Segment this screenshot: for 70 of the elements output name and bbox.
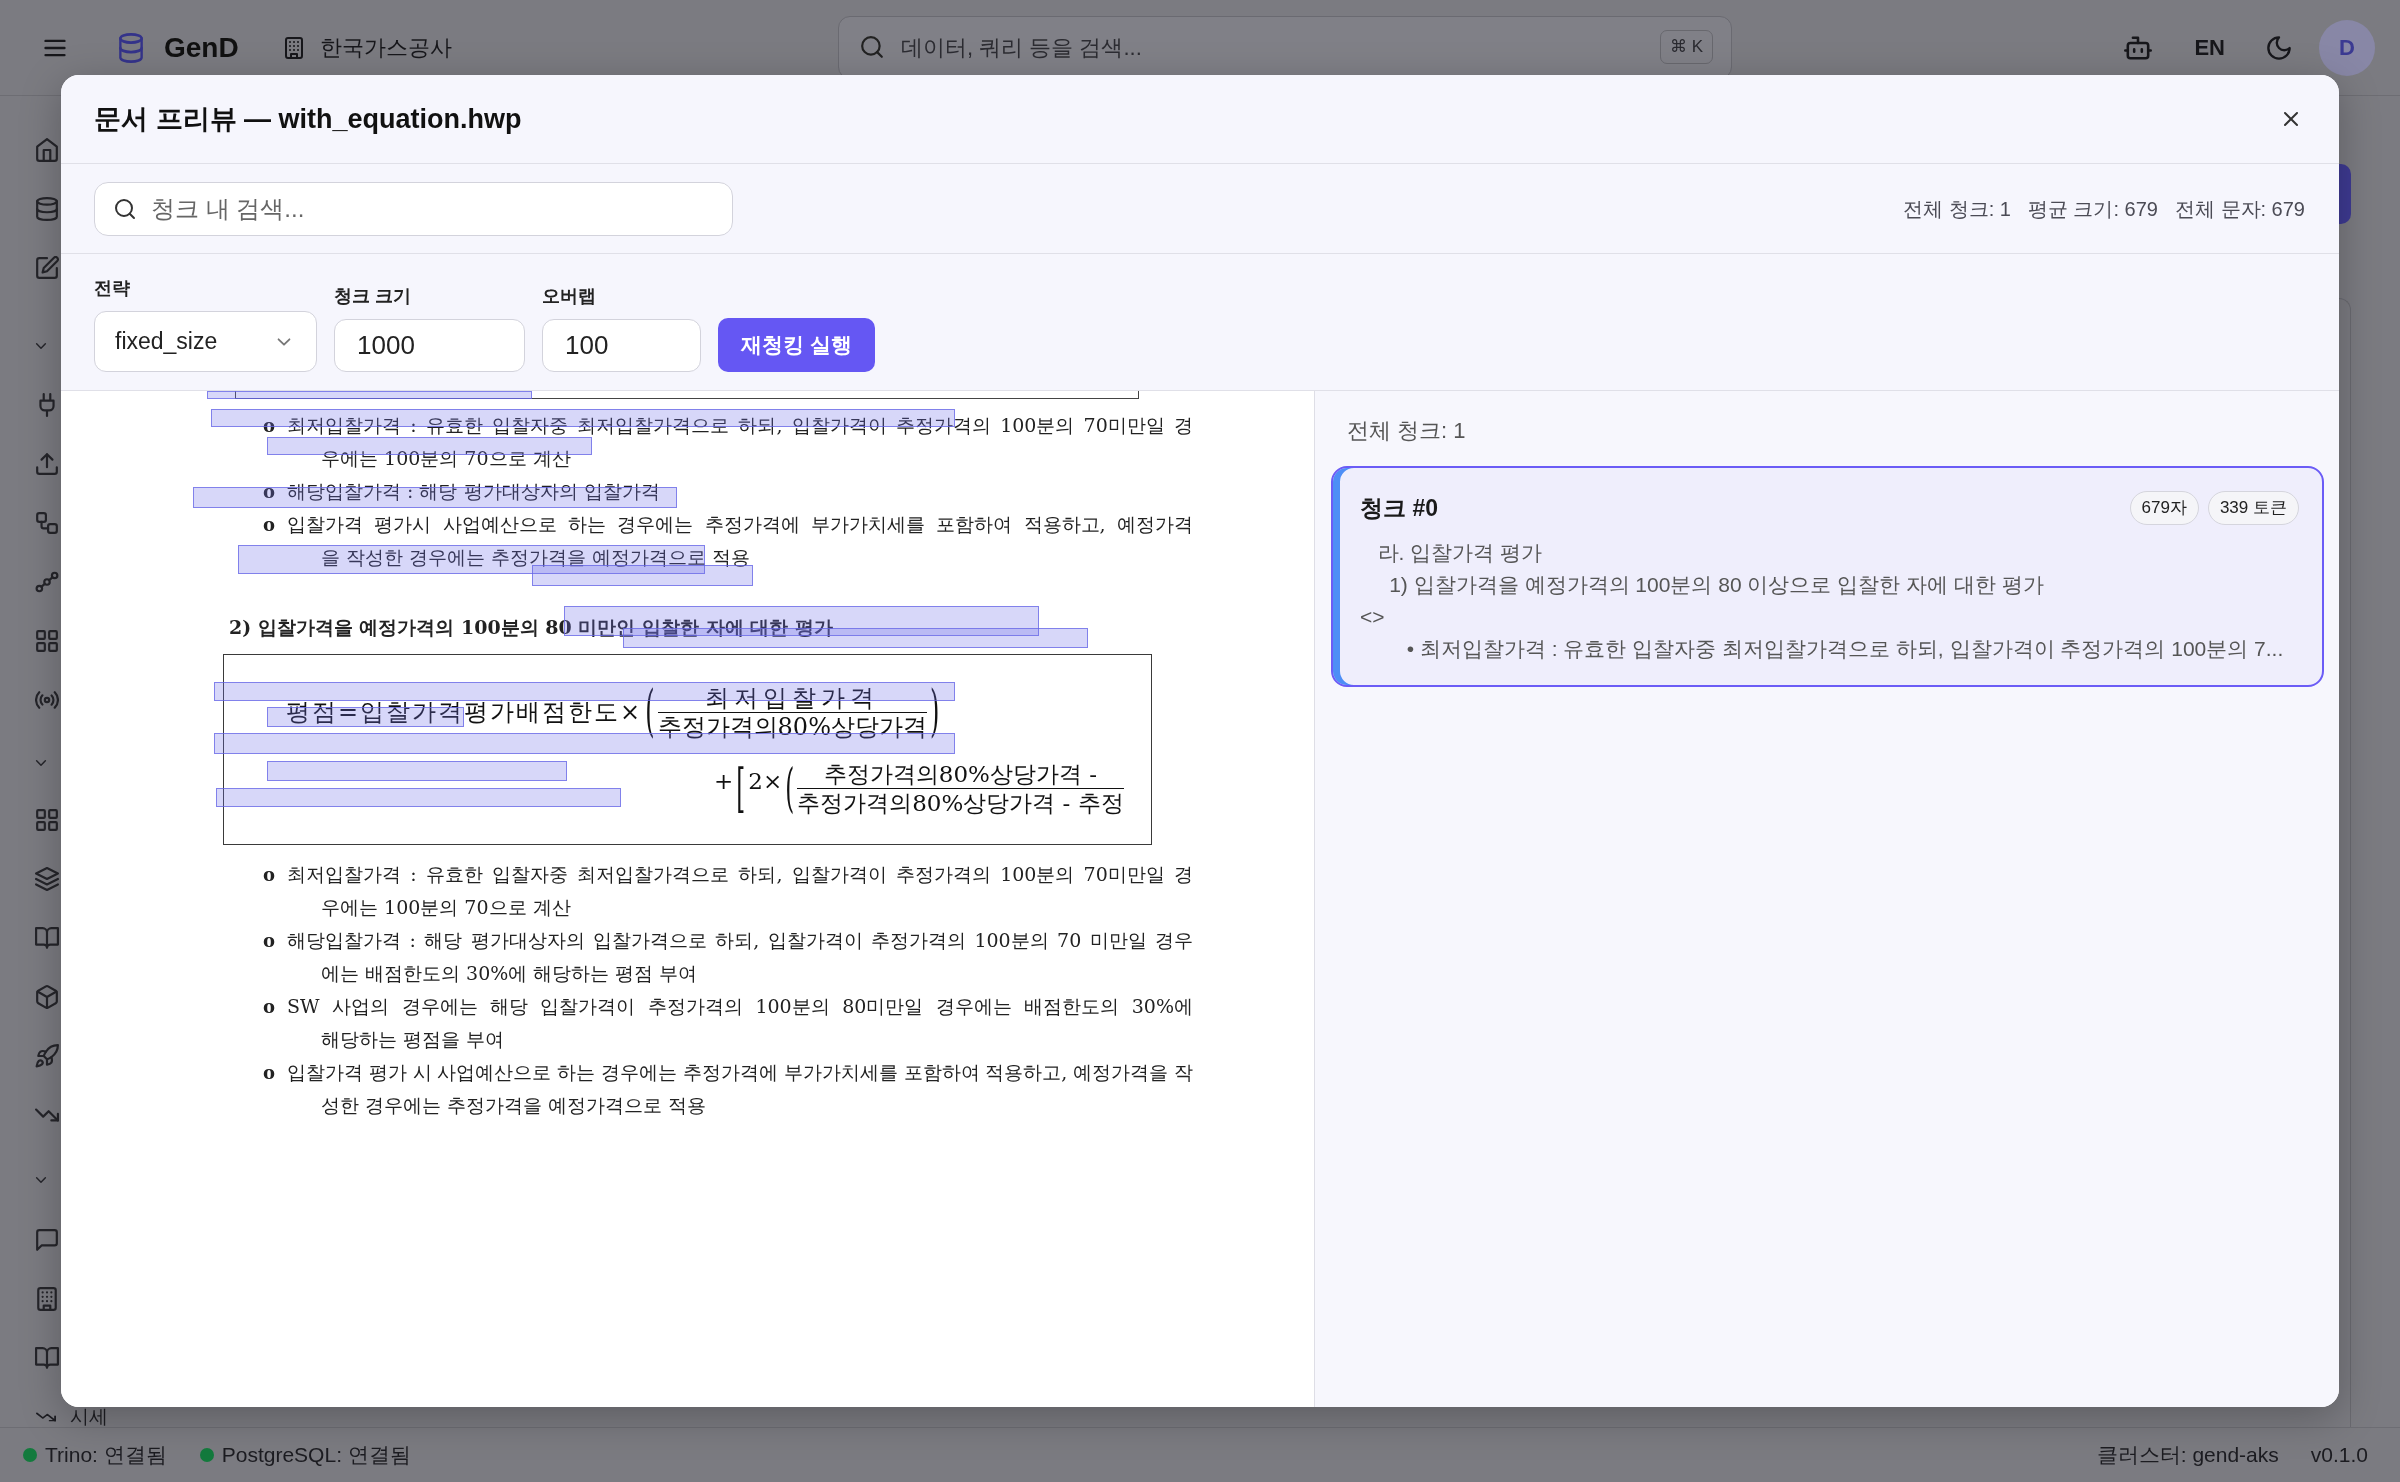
database-icon <box>118 32 144 63</box>
document-text: 입찰가격 평가 시 사업예산으로 하는 경우에는 추정가격에 부가가치세를 포함하여 적용하고, 예정가격을 작 성한 경우에는 추정가격을 예정가격으로 적용 <box>287 1060 1193 1118</box>
document-text: 최저입찰가격 : 유효한 입찰자중 최저입찰가격으로 하되, 입찰가격이 추정가격의 100분의 70미만일 경 우에는 100분의 70으로 계산 <box>287 862 1193 920</box>
book-icon[interactable] <box>35 1345 59 1370</box>
chunk-count: 전체 청크: 1 <box>1347 417 1466 445</box>
chunk-size-input[interactable]: 1000 <box>334 319 525 372</box>
language-button[interactable]: EN <box>2194 31 2225 64</box>
stat-text: 전체 문자: 679 <box>2174 196 2305 222</box>
upload-icon[interactable] <box>35 451 59 476</box>
overlap-input[interactable]: 100 <box>542 319 701 372</box>
chunk-preview-text: 라. 입찰가격 평가 1) 입찰가격을 예정가격의 100분의 80 이상으로 입찰한 자에 대한 평가 <> • 최저입찰가격 : 유효한 입찰자중 최저입찰가격으로 하되, 입찰가격이 추정가격의 100분의 7... <box>1360 540 2284 662</box>
chat-bubble-icon[interactable] <box>35 1227 59 1252</box>
fraction-denominator: 추정가격의80%상당가격 - 추정 <box>797 787 1124 817</box>
count-badge: 339 토큰 <box>2207 491 2299 525</box>
home-icon[interactable] <box>35 137 59 162</box>
moon-icon[interactable] <box>2266 34 2292 61</box>
fraction-numerator: 추정가격의80%상당가격 - <box>823 759 1097 788</box>
button-edge <box>2339 164 2351 224</box>
strategy-select[interactable]: fixed_size <box>94 311 317 372</box>
cluster-name: 클러스터: gend-aks <box>2096 1442 2279 1469</box>
building-icon <box>282 36 305 59</box>
layers-icon[interactable] <box>35 866 59 891</box>
bullet-marker: o <box>263 995 275 1019</box>
document-text: 입찰가격 평가시 사업예산으로 하는 경우에는 추정가격에 부가가치세를 포함하여 적용하고, 예정가격 을 작성한 경우에는 추정가격을 예정가격으로 적용 <box>287 512 1193 570</box>
bullet-marker: o <box>263 863 275 887</box>
document-text: 해당입찰가격 : 해당 평가대상자의 입찰가격 <box>287 479 660 504</box>
search-icon <box>114 197 136 220</box>
shortcut-hint: ⌘ K <box>1659 30 1713 64</box>
grid-icon[interactable] <box>35 807 59 832</box>
bullet-marker: o <box>263 929 275 953</box>
bullet-marker: o <box>263 414 275 438</box>
modal-title: 문서 프리뷰 — with_equation.hwp <box>94 102 522 136</box>
pencil-square-icon[interactable] <box>35 255 59 280</box>
document-text: SW 사업의 경우에는 해당 입찰가격이 추정가격의 100분의 80미만일 경우에는 배점한도의 30%에 해당하는 평점을 부여 <box>287 994 1193 1052</box>
brand-name: GenD <box>164 30 239 65</box>
connection-status: PostgreSQL: 연결됨 <box>221 1442 411 1469</box>
building-icon[interactable] <box>35 1286 59 1311</box>
nodes-icon[interactable] <box>35 569 59 594</box>
bullet-marker: o <box>263 480 275 504</box>
equation-text: + <box>714 767 734 796</box>
stat-text: 평균 크기: 679 <box>2027 196 2158 222</box>
equation-bracket: ( <box>785 761 795 815</box>
workflow-icon[interactable] <box>35 510 59 535</box>
bullet-marker: o <box>263 1061 275 1085</box>
bullet-marker: o <box>263 513 275 537</box>
equation-bracket: [ <box>736 761 746 815</box>
field-label: 전략 <box>94 278 130 298</box>
field-label: 청크 크기 <box>334 286 411 306</box>
search-icon <box>860 35 884 59</box>
fraction-denominator: 추정가격의80%상당가격 <box>657 711 927 741</box>
equation-text: 2× <box>748 767 783 796</box>
equation-bracket: ) <box>929 684 940 740</box>
rocket-icon[interactable] <box>35 1043 59 1068</box>
equation-bracket: ( <box>645 684 655 740</box>
fraction-numerator: 최저입찰가격 <box>705 683 880 712</box>
grid-icon[interactable] <box>35 628 59 653</box>
rechunk-button[interactable]: 재청킹 실행 <box>718 318 875 372</box>
version-label: v0.1.0 <box>2310 1442 2368 1469</box>
chunk-card[interactable]: 청크 #0 679자 339 토큰 라. 입찰가격 평가 1) 입찰가격을 예정가격의 100분의 80 이상으로 입찰한 자에 대한 평가 <> • 최저입찰가격 : 유효한 입찰자중 최저입찰가격으로 하되, 입찰가격이 추정가격의 100분의 7... <box>1331 466 2324 687</box>
organization-name: 한국가스공사 <box>319 34 452 62</box>
cube-icon[interactable] <box>35 984 59 1009</box>
count-badge: 679자 <box>2129 491 2199 525</box>
connection-status: Trino: 연결됨 <box>45 1442 167 1469</box>
stat-text: 전체 청크: 1 <box>1903 196 2011 222</box>
field-label: 오버랩 <box>542 286 596 306</box>
book-icon[interactable] <box>35 925 59 950</box>
chunk-title: 청크 #0 <box>1360 493 1438 523</box>
database-icon[interactable] <box>35 196 59 221</box>
equation-text: 평점=입찰가격평가배점한도× <box>286 697 643 728</box>
document-text: 해당입찰가격 : 해당 평가대상자의 입찰가격으로 하되, 입찰가격이 추정가격의 100분의 70 미만일 경우 에는 배점한도의 30%에 해당하는 평점 부여 <box>287 928 1193 986</box>
